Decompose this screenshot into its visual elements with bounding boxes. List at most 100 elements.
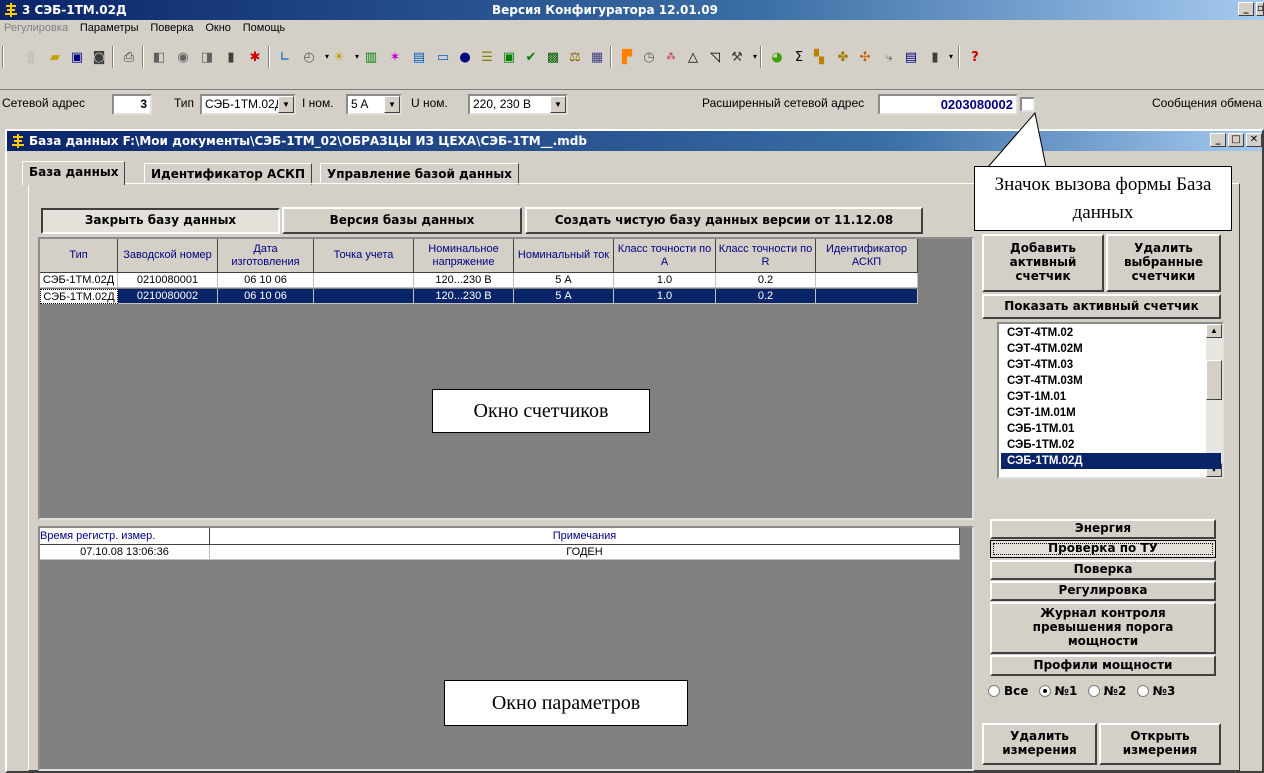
meters-cell[interactable]: 5 А <box>514 273 614 288</box>
disconnect-icon[interactable]: ◉ <box>174 48 192 66</box>
energy-button[interactable]: Энергия <box>990 519 1216 539</box>
meters-cell[interactable]: 0210080001 <box>118 273 218 288</box>
add-active-meter-button[interactable]: Добавить активный счетчик <box>982 234 1104 292</box>
triangle-icon[interactable]: △ <box>684 48 702 66</box>
connect-icon[interactable]: ◧ <box>150 48 168 66</box>
meters-column-header[interactable]: Класс точности по А <box>614 239 716 273</box>
meters-cell[interactable]: 06 10 06 <box>218 273 314 288</box>
adjustment-button[interactable]: Регулировка <box>990 581 1216 601</box>
computer-icon[interactable]: ▦ <box>588 48 606 66</box>
meters-cell[interactable]: 06 10 06 <box>218 289 314 304</box>
open-folder-icon[interactable]: ▰ <box>46 48 64 66</box>
radio-all[interactable]: Все <box>988 684 1028 698</box>
radio-2[interactable]: №2 <box>1087 684 1126 698</box>
delete-selected-button[interactable]: Удалить выбранные счетчики <box>1106 234 1221 292</box>
database-icon[interactable]: ▛ <box>618 48 636 66</box>
radio-1-dot[interactable] <box>1038 685 1051 697</box>
sum-icon[interactable]: Σ <box>790 48 808 66</box>
scope-icon[interactable]: ◹ <box>706 48 724 66</box>
help-icon[interactable]: ? <box>966 48 984 66</box>
menu-parameters[interactable]: Параметры <box>76 20 143 34</box>
new-file-icon[interactable]: ▯ <box>22 48 40 66</box>
open-measurements-button[interactable]: Открыть измерения <box>1099 723 1221 765</box>
unom-combo[interactable]: 220, 230 В ▼ <box>468 94 568 115</box>
params-cell[interactable]: 07.10.08 13:06:36 <box>40 545 210 560</box>
meters-cell[interactable]: 0.2 <box>716 289 816 304</box>
meter-type-item[interactable]: СЭТ-4ТМ.03М <box>1007 373 1083 389</box>
radio-1[interactable]: №1 <box>1038 684 1077 698</box>
minimize-button[interactable]: _ <box>1238 2 1254 16</box>
close-button[interactable]: ✕ <box>1246 133 1262 147</box>
show-active-meter-button[interactable]: Показать активный счетчик <box>982 294 1221 319</box>
timer-icon[interactable]: ◷ <box>640 48 658 66</box>
clock-icon[interactable]: ◴ <box>300 48 318 66</box>
meters-cell[interactable]: СЭБ-1ТМ.02Д <box>40 289 118 304</box>
menu-adjustment[interactable]: Регулировка <box>0 20 72 34</box>
light-icon[interactable]: ☀ <box>330 48 348 66</box>
read-icon[interactable]: ◨ <box>198 48 216 66</box>
meter-type-item[interactable]: СЭБ-1ТМ.02 <box>1007 437 1074 453</box>
registers-icon[interactable]: ⁂ <box>662 48 680 66</box>
meter-type-item[interactable]: СЭБ-1ТМ.01 <box>1007 421 1074 437</box>
check-tu-button[interactable]: Проверка по ТУ <box>990 540 1216 558</box>
check-icon[interactable]: ✔ <box>522 48 540 66</box>
report-icon[interactable]: ▤ <box>410 48 428 66</box>
tools-icon[interactable]: ⚒ <box>728 48 746 66</box>
scales-icon[interactable]: ⚖ <box>566 48 584 66</box>
meter-type-item[interactable]: СЭТ-1М.01М <box>1007 405 1076 421</box>
network-address-field[interactable]: 3 <box>112 94 152 115</box>
meters-table[interactable]: Тип Заводской номер Дата изготовления Точка… <box>38 237 974 520</box>
meters-column-header[interactable]: Класс точности по R <box>716 239 816 273</box>
params-table[interactable]: Время регистр. измер. Примечания 07.10.08 … <box>38 526 974 771</box>
tool5-icon[interactable]: ▤ <box>902 48 920 66</box>
save-icon[interactable]: ▣ <box>68 48 86 66</box>
tool4-icon[interactable]: ⤷ <box>880 48 898 66</box>
scroll-up-icon[interactable]: ▲ <box>1206 324 1222 338</box>
menu-verification[interactable]: Поверка <box>146 20 197 34</box>
tool2-icon[interactable]: ✤ <box>834 48 852 66</box>
create-db-button[interactable]: Создать чистую базу данных версии от 11.… <box>525 207 923 234</box>
device-icon[interactable]: ▮ <box>222 48 240 66</box>
tab-ascp-id[interactable]: Идентификатор АСКП <box>144 163 312 185</box>
terminal-icon[interactable]: ▣ <box>500 48 518 66</box>
meter-type-item[interactable]: СЭТ-4ТМ.03 <box>1007 357 1073 373</box>
meter-type-item[interactable]: СЭТ-4ТМ.02М <box>1007 341 1083 357</box>
meter-types-list[interactable]: ▲ ▼ СЭТ-4ТМ.02 СЭТ-4ТМ.02М СЭТ-4ТМ.03 СЭТ-4… <box>997 322 1224 479</box>
delete-measurements-button[interactable]: Удалить измерения <box>982 723 1097 765</box>
meters-cell[interactable]: 120...230 В <box>414 289 514 304</box>
minimize-button[interactable]: _ <box>1210 133 1226 147</box>
meters-column-header[interactable]: Номинальное напряжение <box>414 239 514 273</box>
meter-type-item[interactable]: СЭТ-4ТМ.02 <box>1007 325 1073 341</box>
print-icon[interactable]: ⎙ <box>120 48 138 66</box>
window-icon[interactable]: ▭ <box>434 48 452 66</box>
chart-axes-icon[interactable]: ∟ <box>276 48 294 66</box>
meters-cell[interactable]: 5 А <box>514 289 614 304</box>
save-all-icon[interactable]: ◙ <box>90 48 108 66</box>
meter-type-item[interactable]: СЭТ-1М.01 <box>1007 389 1066 405</box>
inom-combo[interactable]: 5 A ▼ <box>346 94 402 115</box>
menu-help[interactable]: Помощь <box>239 20 290 34</box>
list-icon[interactable]: ☰ <box>478 48 496 66</box>
meters-cell[interactable] <box>816 289 918 304</box>
radio-2-dot[interactable] <box>1087 685 1100 697</box>
meter-type-item[interactable]: СЭБ-1ТМ.02Д <box>1001 453 1221 469</box>
meters-cell[interactable] <box>816 273 918 288</box>
db-form-icon[interactable]: ▚ <box>810 48 828 66</box>
meters-column-header[interactable]: Номинальный ток <box>514 239 614 273</box>
radio-3-dot[interactable] <box>1136 685 1149 697</box>
menu-window[interactable]: Окно <box>201 20 235 34</box>
bar-chart-icon[interactable]: ▥ <box>362 48 380 66</box>
screen-icon[interactable]: ▩ <box>544 48 562 66</box>
stop-icon[interactable]: ✱ <box>246 48 264 66</box>
verification-button[interactable]: Поверка <box>990 560 1216 580</box>
meters-cell[interactable]: 0210080002 <box>118 289 218 304</box>
meters-cell[interactable]: 1.0 <box>614 273 716 288</box>
db-version-button[interactable]: Версия базы данных <box>282 207 522 234</box>
meters-cell[interactable]: 1.0 <box>614 289 716 304</box>
meters-cell[interactable]: СЭБ-1ТМ.02Д <box>40 273 118 288</box>
meters-cell[interactable]: 120...230 В <box>414 273 514 288</box>
params-column-header[interactable]: Примечания <box>210 528 960 545</box>
power-profiles-button[interactable]: Профили мощности <box>990 655 1216 676</box>
tab-db-management[interactable]: Управление базой данных <box>320 163 520 185</box>
meters-column-header[interactable]: Тип <box>40 239 118 273</box>
